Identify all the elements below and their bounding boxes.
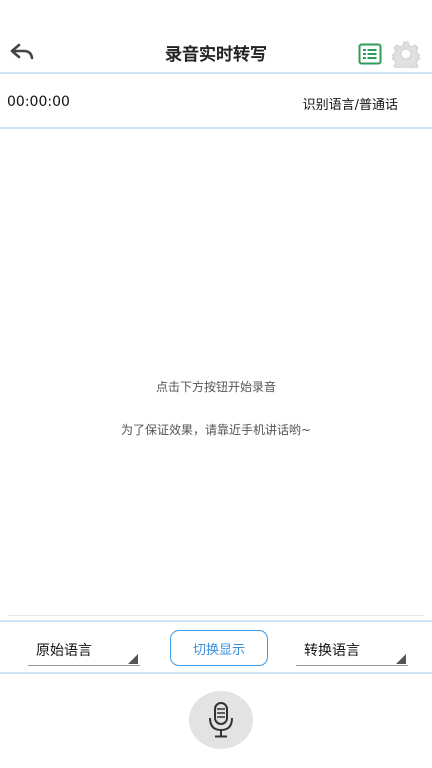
settings-button[interactable] [390, 40, 422, 73]
recognition-language-label[interactable]: 识别语言/普通话 [303, 94, 398, 113]
status-bar: 00:00:00 识别语言/普通话 [0, 76, 432, 129]
transcription-area: 点击下方按钮开始录音 为了保证效果，请靠近手机讲话哟~ [0, 131, 432, 619]
dropdown-corner-icon [396, 654, 406, 664]
app-header: 录音实时转写 [0, 0, 432, 74]
source-language-label: 原始语言 [36, 643, 92, 659]
microphone-icon [209, 702, 233, 738]
record-list-button[interactable] [358, 43, 382, 65]
target-language-label: 转换语言 [304, 643, 360, 659]
hint-speak-closer: 为了保证效果，请靠近手机讲话哟~ [120, 423, 312, 437]
select-underline [296, 665, 408, 666]
recording-timer: 00:00:00 [7, 94, 70, 110]
hint-start-recording: 点击下方按钮开始录音 [155, 380, 276, 394]
switch-display-button[interactable]: 切换显示 [170, 630, 268, 666]
gear-icon [390, 41, 422, 73]
dropdown-corner-icon [128, 654, 138, 664]
divider [8, 615, 424, 616]
record-area [0, 676, 432, 768]
select-underline [28, 665, 140, 666]
source-language-select[interactable]: 原始语言 [28, 630, 140, 666]
target-language-select[interactable]: 转换语言 [296, 630, 408, 666]
language-bar: 原始语言 切换显示 转换语言 [0, 620, 432, 674]
list-icon [358, 43, 382, 65]
record-button[interactable] [189, 691, 253, 749]
